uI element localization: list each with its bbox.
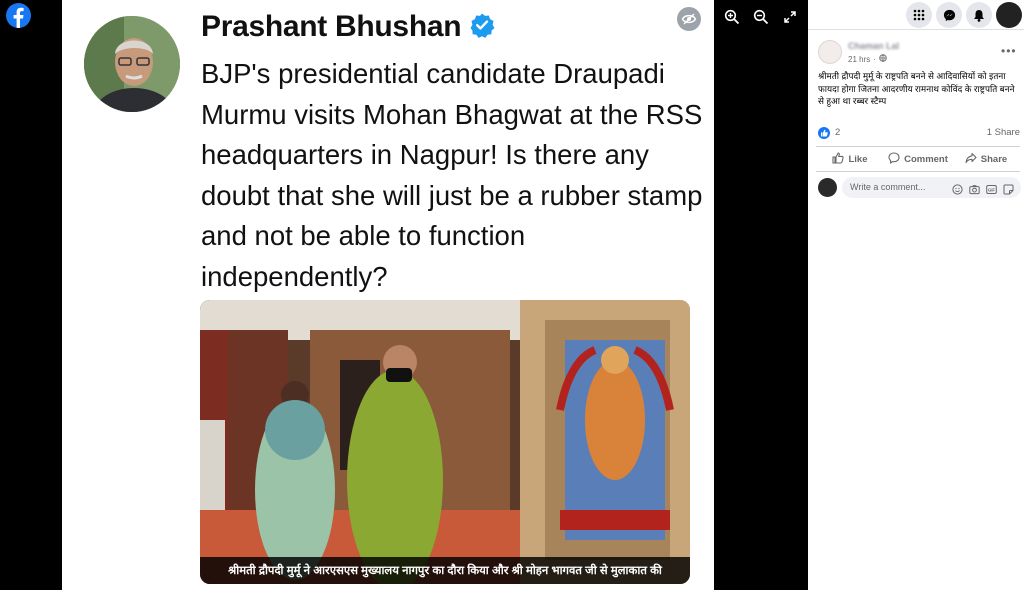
post-time[interactable]: 21 hrs (848, 55, 870, 64)
comment-button[interactable]: Comment (884, 147, 952, 171)
account-avatar[interactable] (996, 2, 1022, 28)
post-text: श्रीमती द्रौपदी मुर्मू के राष्ट्रपति बनन… (818, 71, 1015, 106)
comment-composer: GIF (818, 176, 1022, 198)
camera-icon[interactable] (969, 182, 980, 195)
notifications-icon[interactable] (966, 2, 992, 28)
like-label: Like (848, 153, 868, 165)
news-photo: श्रीमती द्रौपदी मुर्मू ने आरएसएस मुख्याल… (200, 300, 690, 584)
globe-icon (879, 54, 887, 64)
menu-grid-icon[interactable] (906, 2, 932, 28)
zoom-in-icon[interactable] (724, 9, 740, 25)
tweet-author-name: Prashant Bhushan (201, 10, 462, 43)
more-options-icon[interactable]: ••• (1001, 44, 1017, 58)
emoji-icon[interactable] (952, 182, 963, 195)
share-count[interactable]: 1 Share (987, 127, 1020, 138)
comment-box[interactable]: GIF (842, 177, 1021, 198)
zoom-out-icon[interactable] (753, 9, 769, 25)
sidebar-header (808, 0, 1024, 30)
thumbs-up-icon (832, 151, 845, 167)
hide-content-icon[interactable] (677, 7, 701, 31)
tweet-text: BJP's presidential candidate Draupadi Mu… (201, 58, 703, 292)
tweet-author-avatar (84, 16, 180, 112)
facebook-logo-icon[interactable] (6, 3, 31, 28)
verified-badge-icon (469, 12, 495, 43)
post-sidebar: Chaman Lal 21 hrs · ••• श्रीमती द्रौपदी … (808, 0, 1024, 590)
action-bar: Like Comment Share (816, 146, 1020, 172)
share-label: Share (980, 153, 1008, 165)
photo-viewer: Prashant Bhushan BJP's presidential cand… (0, 0, 808, 590)
reactions-count[interactable]: 2 (835, 127, 840, 138)
reactions-row: 2 1 Share (818, 126, 1020, 140)
like-button[interactable]: Like (816, 147, 884, 171)
gif-icon[interactable]: GIF (986, 182, 997, 194)
post-meta: 21 hrs · (848, 54, 887, 64)
comment-label: Comment (904, 153, 948, 165)
post-photo: Prashant Bhushan BJP's presidential cand… (62, 0, 714, 590)
author-name[interactable]: Chaman Lal (848, 41, 899, 51)
share-button[interactable]: Share (952, 147, 1020, 171)
photo-caption: श्रीमती द्रौपदी मुर्मू ने आरएसएस मुख्याल… (200, 557, 690, 584)
tweet-header: Prashant Bhushan (201, 10, 495, 44)
svg-text:GIF: GIF (988, 187, 995, 192)
fullscreen-icon[interactable] (782, 9, 798, 25)
sticker-icon[interactable] (1003, 182, 1014, 195)
like-reaction-icon[interactable] (818, 127, 830, 139)
author-avatar[interactable] (818, 40, 842, 64)
messenger-icon[interactable] (936, 2, 962, 28)
comment-icon (888, 151, 900, 167)
comment-input[interactable] (850, 182, 950, 192)
my-avatar[interactable] (818, 178, 837, 197)
share-icon (965, 152, 977, 167)
